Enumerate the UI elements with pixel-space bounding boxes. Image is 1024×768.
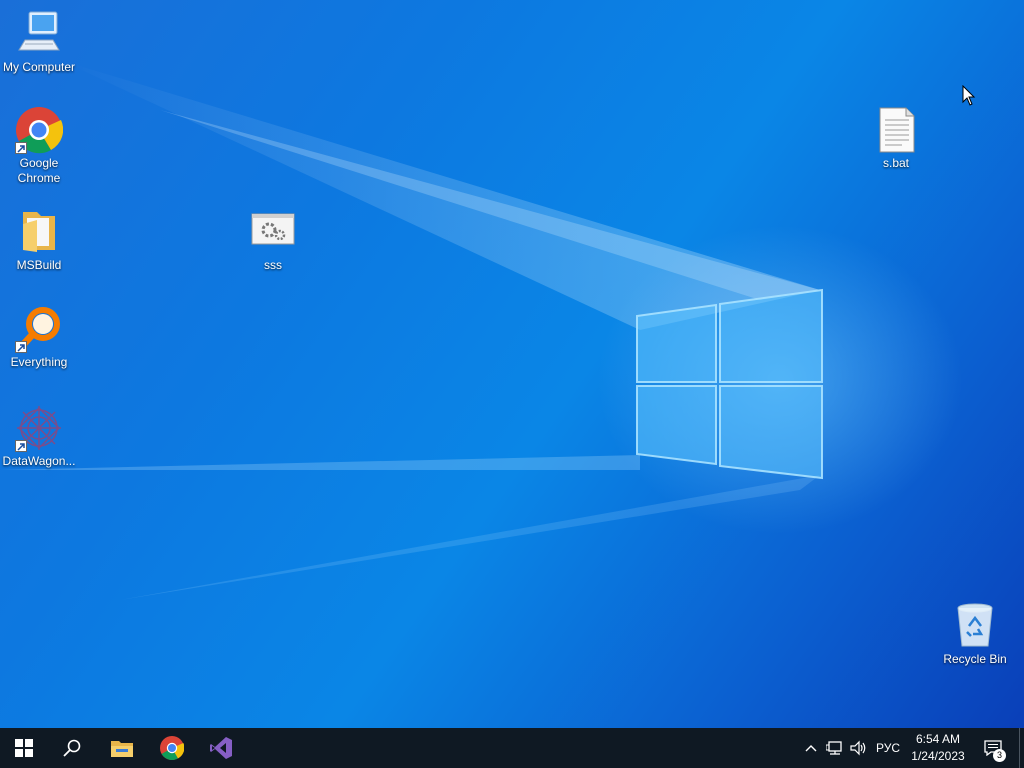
tray-overflow-button[interactable] bbox=[802, 728, 820, 768]
start-button[interactable] bbox=[0, 728, 48, 768]
desktop-icon-label: s.bat bbox=[882, 156, 909, 170]
network-icon bbox=[826, 741, 842, 755]
taskbar-file-explorer[interactable] bbox=[98, 728, 146, 768]
desktop-icon-s-bat[interactable]: s.bat bbox=[858, 106, 934, 171]
language-indicator[interactable]: РУС bbox=[872, 728, 904, 768]
desktop-icon-label: sss bbox=[264, 258, 282, 272]
desktop[interactable]: My Computer Google Chrome MSBuild Everyt… bbox=[0, 0, 1024, 728]
clock-date: 1/24/2023 bbox=[911, 749, 965, 763]
desktop-icon-recycle-bin[interactable]: Recycle Bin bbox=[937, 602, 1013, 667]
windows-start-icon bbox=[15, 739, 33, 757]
desktop-icon-everything[interactable]: Everything bbox=[1, 305, 77, 370]
action-center-button[interactable] bbox=[978, 728, 1008, 768]
datawagon-icon bbox=[15, 404, 63, 452]
desktop-icon-label: Recycle Bin bbox=[943, 652, 1007, 666]
notification-count-badge: 3 bbox=[993, 749, 1006, 762]
file-explorer-icon bbox=[111, 741, 133, 757]
desktop-icon-label: Google Chrome bbox=[17, 156, 61, 185]
desktop-icon-label: Everything bbox=[10, 355, 68, 369]
search-icon bbox=[63, 739, 81, 757]
visual-studio-icon bbox=[210, 737, 232, 759]
tray-volume[interactable] bbox=[848, 728, 870, 768]
desktop-icon-sss[interactable]: sss bbox=[235, 208, 311, 273]
batch-file-icon bbox=[872, 106, 920, 154]
clock[interactable]: 6:54 AM 1/24/2023 bbox=[906, 731, 970, 765]
computer-icon bbox=[15, 10, 63, 58]
taskbar-visual-studio[interactable] bbox=[197, 728, 245, 768]
tray-network[interactable] bbox=[824, 728, 846, 768]
chevron-up-icon bbox=[805, 745, 817, 752]
desktop-icon-label: DataWagon... bbox=[2, 454, 76, 468]
desktop-icon-datawagon[interactable]: DataWagon... bbox=[1, 404, 77, 469]
chrome-icon bbox=[15, 106, 64, 154]
desktop-icon-label: MSBuild bbox=[16, 258, 62, 272]
shortcut-arrow-icon bbox=[15, 440, 27, 452]
everything-search-icon bbox=[15, 305, 63, 353]
desktop-icon-google-chrome[interactable]: Google Chrome bbox=[1, 106, 77, 186]
desktop-icon-label: My Computer bbox=[2, 60, 76, 74]
search-button[interactable] bbox=[48, 728, 96, 768]
taskbar: РУС 6:54 AM 1/24/2023 bbox=[0, 728, 1024, 768]
desktop-icon-msbuild[interactable]: MSBuild bbox=[1, 208, 77, 273]
taskbar-chrome[interactable] bbox=[148, 728, 196, 768]
shortcut-arrow-icon bbox=[15, 142, 27, 154]
mouse-cursor-icon bbox=[962, 85, 976, 106]
speaker-icon bbox=[850, 740, 866, 756]
desktop-icon-my-computer[interactable]: My Computer bbox=[1, 10, 77, 75]
chrome-icon bbox=[160, 736, 184, 760]
folder-icon bbox=[15, 208, 63, 256]
clock-time: 6:54 AM bbox=[915, 732, 961, 746]
shortcut-arrow-icon bbox=[15, 341, 27, 353]
show-desktop-button[interactable] bbox=[1019, 728, 1020, 768]
recycle-bin-icon bbox=[951, 602, 999, 650]
settings-window-icon bbox=[249, 208, 297, 256]
